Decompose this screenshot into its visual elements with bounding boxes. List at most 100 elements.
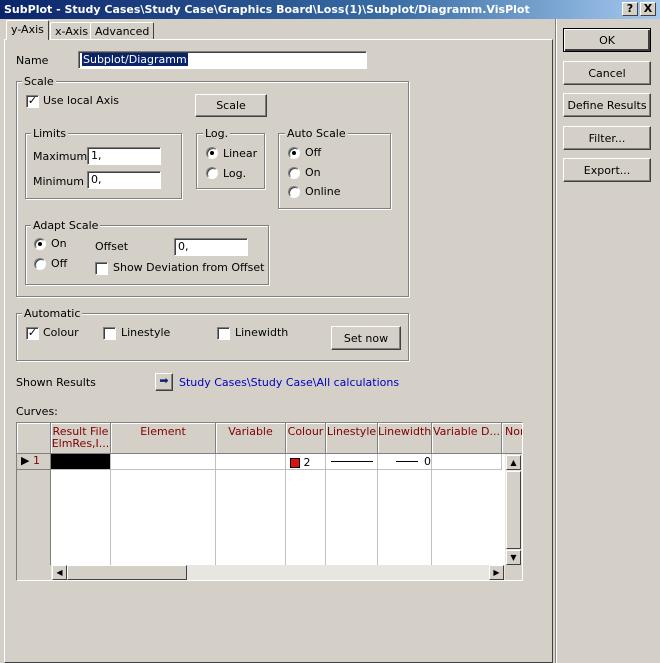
arrow-right-icon: ➡	[159, 374, 169, 387]
log-log-label: Log.	[223, 167, 247, 180]
column-header-label: Nor	[505, 425, 523, 438]
offset-label: Offset	[95, 240, 129, 253]
grid-line	[215, 470, 216, 567]
maximum-label: Maximum	[33, 150, 88, 163]
tab-advanced[interactable]: Advanced	[90, 22, 155, 39]
scroll-left-button[interactable]: ◀	[52, 565, 67, 580]
window-title-bar[interactable]: SubPlot - Study Cases\Study Case\Graphic…	[0, 0, 660, 19]
row-header[interactable]: ▶ 1	[17, 454, 51, 470]
column-header-label: Linestyle	[326, 425, 377, 438]
window-title: SubPlot - Study Cases\Study Case\Graphic…	[4, 3, 530, 16]
tab-label: Advanced	[95, 25, 150, 38]
shown-results-link[interactable]: Study Cases\Study Case\All calculations	[179, 376, 399, 389]
maximum-value: 1,	[91, 149, 102, 162]
minimum-input[interactable]: 0,	[87, 171, 161, 189]
table-corner	[17, 423, 51, 454]
define-results-label: Define Results	[567, 99, 647, 112]
scroll-corner-left	[17, 565, 51, 580]
cell-variable-d[interactable]	[432, 454, 502, 470]
cell-colour[interactable]: 2	[286, 454, 326, 470]
export-button[interactable]: Export...	[563, 158, 651, 182]
ok-button[interactable]: OK	[563, 28, 651, 52]
column-header-result-file[interactable]: Result File ElmRes,I...	[51, 423, 111, 454]
column-header-variable-d[interactable]: Variable D...	[432, 423, 502, 454]
set-now-button[interactable]: Set now	[331, 326, 401, 350]
auto-scale-off-radio[interactable]	[288, 147, 300, 159]
name-input[interactable]: Subplot/Diagramm	[78, 51, 367, 69]
limits-group	[25, 133, 182, 199]
arrow-down-icon: ▼	[510, 553, 517, 562]
scroll-up-button[interactable]: ▲	[506, 455, 521, 470]
use-local-axis-checkbox[interactable]: ✓	[26, 95, 39, 108]
filter-button[interactable]: Filter...	[563, 126, 651, 150]
column-header-element[interactable]: Element	[111, 423, 216, 454]
row-index: 1	[32, 454, 40, 467]
log-log-radio[interactable]	[206, 167, 218, 179]
scale-legend: Scale	[22, 75, 56, 88]
colour-value: 2	[303, 456, 311, 469]
maximum-input[interactable]: 1,	[87, 147, 161, 165]
vertical-scrollbar[interactable]: ▲ ▼	[505, 454, 522, 567]
offset-input[interactable]: 0,	[174, 238, 248, 256]
log-legend: Log.	[203, 127, 231, 140]
curves-table[interactable]: Result File ElmRes,I... Element Variable…	[16, 422, 523, 581]
scale-button[interactable]: Scale	[195, 94, 267, 117]
tab-x-axis[interactable]: x-Axis	[50, 22, 94, 39]
ok-label: OK	[599, 34, 615, 47]
grid-line	[325, 470, 326, 567]
scroll-right-button[interactable]: ▶	[489, 565, 504, 580]
arrow-up-icon: ▲	[510, 458, 517, 467]
column-header-nor[interactable]: Nor	[502, 423, 523, 454]
grid-line	[431, 470, 432, 567]
cell-element[interactable]	[111, 454, 216, 470]
log-linear-label: Linear	[223, 147, 258, 160]
log-group	[196, 133, 265, 189]
column-header-label: Result File ElmRes,I...	[51, 425, 110, 450]
grid-line	[377, 470, 378, 567]
cell-linestyle[interactable]	[326, 454, 378, 470]
row-pointer-icon: ▶	[21, 454, 30, 467]
auto-scale-on-label: On	[305, 166, 321, 179]
tab-y-axis[interactable]: y-Axis	[6, 20, 49, 40]
column-header-linestyle[interactable]: Linestyle	[326, 423, 378, 454]
column-header-colour[interactable]: Colour	[286, 423, 326, 454]
help-button[interactable]: ?	[622, 2, 638, 16]
arrow-left-icon: ◀	[56, 568, 63, 577]
linewidth-checkbox[interactable]	[217, 327, 230, 340]
colour-checkbox[interactable]: ✓	[26, 327, 39, 340]
scale-button-label: Scale	[216, 99, 246, 112]
side-divider	[555, 19, 557, 663]
shown-results-arrow-button[interactable]: ➡	[155, 373, 173, 391]
auto-scale-online-radio[interactable]	[288, 186, 300, 198]
horizontal-scroll-thumb[interactable]	[67, 565, 187, 580]
auto-scale-off-label: Off	[305, 146, 322, 159]
scroll-down-button[interactable]: ▼	[506, 550, 521, 565]
column-header-linewidth[interactable]: Linewidth	[378, 423, 432, 454]
column-header-variable[interactable]: Variable	[216, 423, 286, 454]
cell-variable[interactable]	[216, 454, 286, 470]
adapt-scale-on-radio[interactable]	[34, 238, 46, 250]
linestyle-checkbox[interactable]	[103, 327, 116, 340]
vertical-scroll-thumb[interactable]	[506, 471, 521, 549]
define-results-button[interactable]: Define Results	[563, 93, 651, 117]
linestyle-solid-icon	[331, 461, 373, 462]
auto-scale-on-radio[interactable]	[288, 167, 300, 179]
grid-line	[110, 470, 111, 567]
filter-label: Filter...	[588, 132, 626, 145]
name-input-value: Subplot/Diagramm	[82, 53, 188, 66]
linewidth-line-icon	[396, 461, 418, 462]
show-deviation-checkbox[interactable]	[95, 262, 108, 275]
grid-line	[285, 470, 286, 567]
adapt-scale-off-radio[interactable]	[34, 258, 46, 270]
name-label: Name	[16, 54, 49, 67]
adapt-scale-legend: Adapt Scale	[31, 219, 101, 232]
colour-swatch	[290, 458, 300, 468]
cancel-button[interactable]: Cancel	[563, 61, 651, 85]
cell-linewidth[interactable]: 0,1	[378, 454, 432, 470]
close-button[interactable]: X	[640, 2, 656, 16]
cell-result-file[interactable]	[51, 454, 111, 470]
minimum-label: Minimum	[33, 175, 84, 188]
column-header-label: Element	[140, 425, 186, 438]
horizontal-scrollbar[interactable]: ◀ ▶	[51, 565, 505, 580]
log-linear-radio[interactable]	[206, 147, 218, 159]
